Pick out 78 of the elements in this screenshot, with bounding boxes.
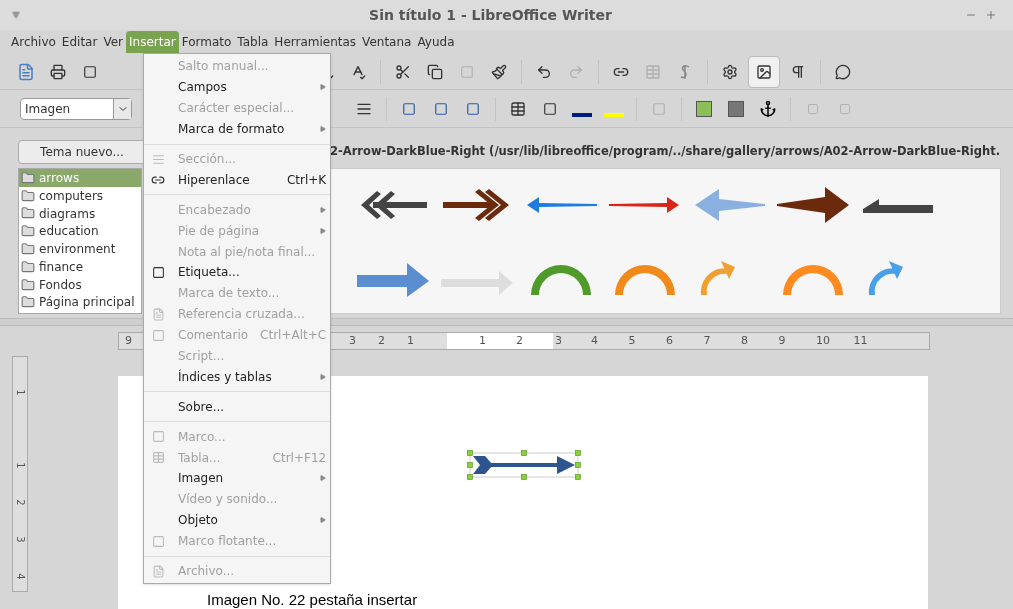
folder-icon [21,277,35,292]
theme-name: education [39,223,99,241]
theme-item[interactable]: environment [19,240,141,258]
theme-item[interactable]: diagrams [19,204,141,223]
ruler-number: 4 [13,573,27,580]
menu-entry[interactable]: Campos [144,76,331,98]
menu-item[interactable]: Ventana [359,31,415,53]
submenu-arrow-icon [320,227,327,234]
folder-icon [21,170,35,185]
window-title: Sin título 1 - LibreOffice Writer [368,5,613,25]
theme-name: computers [39,187,104,205]
theme-name: Fondos [39,276,82,294]
menu-entry[interactable]: Sobre... [144,396,331,418]
ruler-number: 4 [591,332,599,349]
theme-item[interactable]: Página principal [19,293,141,312]
folder-icon [21,242,35,257]
theme-name: environment [39,241,116,259]
ruler-number: 3 [349,332,356,349]
theme-item[interactable]: computers [19,186,141,205]
menu-entry[interactable]: Índices y tablas [144,366,331,388]
ruler-number: 10 [816,332,831,349]
theme-item[interactable]: finance [19,258,141,276]
selected-arrow-drawing[interactable] [467,450,581,480]
submenu-arrow-icon [320,84,327,91]
theme-item[interactable]: Fondos [19,275,141,294]
arrow-right-drawing[interactable] [775,185,851,225]
image-icon [756,63,772,80]
folder-icon [21,224,35,239]
theme-name: Página principal [39,294,135,312]
menu-entry[interactable]: Objeto [144,509,331,531]
ruler-number: 2 [13,499,27,506]
submenu-arrow-icon [320,126,327,133]
maximize-icon [985,9,997,21]
table-icon [150,449,166,466]
menu-entry[interactable]: Hiperenlace Ctrl+K [144,169,331,191]
submenu-arrow-icon [320,206,327,213]
window-menu-icon [12,11,20,19]
ruler-number: 5 [628,332,637,349]
folder-icon [21,259,35,274]
menu-item[interactable]: Ver [100,31,126,53]
submenu-arrow-icon [320,373,327,380]
menu-entry[interactable]: Etiqueta... [144,262,331,283]
menu-item[interactable]: Tabla [234,31,272,53]
menu-item[interactable]: Herramientas [271,31,360,53]
style-dropdown[interactable]: Imagen [20,97,132,120]
menu-entry[interactable]: Marca de formato [144,118,331,140]
ruler-number: 2 [516,332,523,349]
theme-name: arrows [39,169,80,187]
ruler-number: 1 [479,332,486,349]
ruler-number: 8 [741,332,749,349]
ruler-number: 11 [853,332,869,349]
folder-icon [21,188,35,203]
menu-item[interactable]: Ayuda [414,31,458,53]
ruler-number: 1 [13,389,27,396]
menu-entry[interactable]: Imagen [144,468,331,489]
ruler-number: 3 [13,536,27,543]
submenu-arrow-icon [320,517,327,524]
ruler-number: 1 [13,462,27,469]
menu-item[interactable]: Archivo [8,31,59,53]
new-theme-button[interactable]: Tema nuevo... [18,140,146,164]
submenu-arrow-icon [320,475,327,482]
ruler-number: 9 [125,332,132,349]
ruler-number: 1 [407,332,414,349]
folder-icon [21,206,35,221]
image-caption: Imagen No. 22 pestaña insertar [207,591,418,608]
ruler-number: 9 [778,332,787,349]
menu-item[interactable]: Formato [178,31,235,53]
gallery-toggle-button[interactable] [748,55,780,88]
menu-item[interactable]: Editar [58,31,101,53]
ruler-number: 7 [703,332,712,349]
gallery-item-path: 2-Arrow-DarkBlue-Right (/usr/lib/libreoffice/program/../share/gallery/arrows/A02-Arrow-DarkBlue-Right. [330,143,1001,161]
ruler-number: 3 [555,332,563,349]
ruler-number: 2 [378,332,385,349]
theme-name: finance [39,258,84,276]
theme-name: diagrams [39,205,96,223]
ruler-number: 6 [666,332,674,349]
theme-item[interactable]: education [19,222,141,241]
folder-icon [21,295,35,310]
